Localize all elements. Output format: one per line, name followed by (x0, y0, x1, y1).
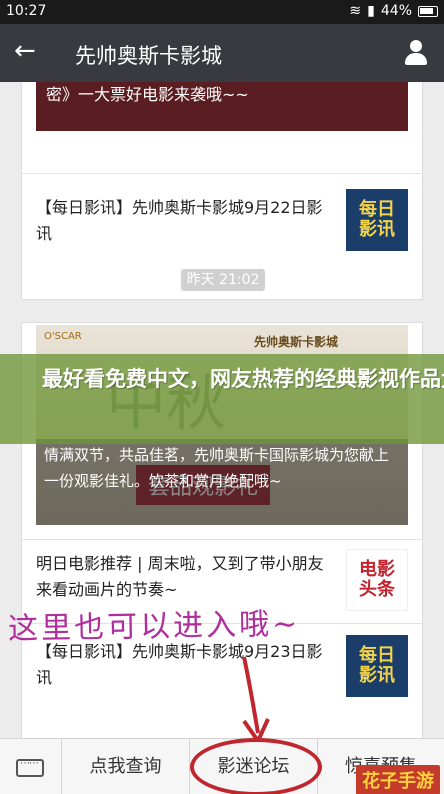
timestamp-badge: 昨天 21:02 (181, 269, 265, 291)
status-time: 10:27 (6, 3, 47, 19)
keyboard-icon (16, 758, 44, 777)
status-bar: 10:27 ≋ ▮ 44% (0, 0, 444, 24)
handwritten-annotation: 这里也可以进入哦~ (7, 606, 301, 647)
status-icons: ≋ ▮ 44% (349, 3, 438, 19)
article-title[interactable]: 【每日影讯】先帅奥斯卡影城9月22日影讯 (36, 195, 326, 247)
article-title[interactable]: 【每日影讯】先帅奥斯卡影城9月23日影讯 (36, 639, 326, 691)
menu-item-query[interactable]: 点我查询 (62, 739, 190, 794)
battery-icon (418, 5, 438, 17)
divider (22, 539, 422, 540)
thumb-text: 每日 (359, 645, 395, 666)
back-arrow-icon[interactable]: ← (14, 36, 36, 66)
oscar-logo: O'SCAR (44, 331, 82, 342)
thumb-text: 影讯 (359, 665, 395, 686)
thumb-text: 电影 (359, 559, 395, 580)
article-thumbnail[interactable]: 每日 影讯 (346, 635, 408, 697)
hero-brand: 先帅奥斯卡影城 (254, 335, 339, 349)
person-icon[interactable] (404, 40, 428, 66)
hero-caption: 密》一大票好电影来袭哦~~ (46, 85, 249, 104)
hero-caption: 情满双节，共品佳茗，先帅奥斯卡国际影城为您献上一份观影佳礼。饮茶和赏月绝配哦~ (36, 439, 408, 525)
wifi-icon: ≋ (349, 3, 362, 19)
thumb-text: 每日 (359, 199, 395, 220)
page-title: 先帅奥斯卡影城 (75, 44, 222, 68)
thumb-text: 影讯 (359, 219, 395, 240)
title-bar: ← 先帅奥斯卡影城 (0, 24, 444, 82)
divider (22, 173, 422, 174)
battery-percent: 44% (380, 3, 412, 19)
red-arrow-icon (242, 656, 270, 745)
article-title[interactable]: 明日电影推荐 | 周末啦，又到了带小朋友来看动画片的节奏~ (36, 551, 326, 603)
article-thumbnail[interactable]: 每日 影讯 (346, 189, 408, 251)
article-card-1[interactable]: 密》一大票好电影来袭哦~~ 【每日影讯】先帅奥斯卡影城9月22日影讯 每日 影讯 (21, 82, 423, 300)
overlay-banner: 最好看免费中文，网友热荐的经典影视作品大盘点，让你一次看 (0, 354, 444, 444)
highlight-circle (190, 738, 322, 794)
signal-icon: ▮ (367, 3, 375, 19)
watermark-logo: 花子手游 (356, 765, 440, 794)
keyboard-toggle[interactable] (0, 739, 62, 794)
card-hero-image[interactable]: 密》一大票好电影来袭哦~~ (36, 82, 408, 131)
